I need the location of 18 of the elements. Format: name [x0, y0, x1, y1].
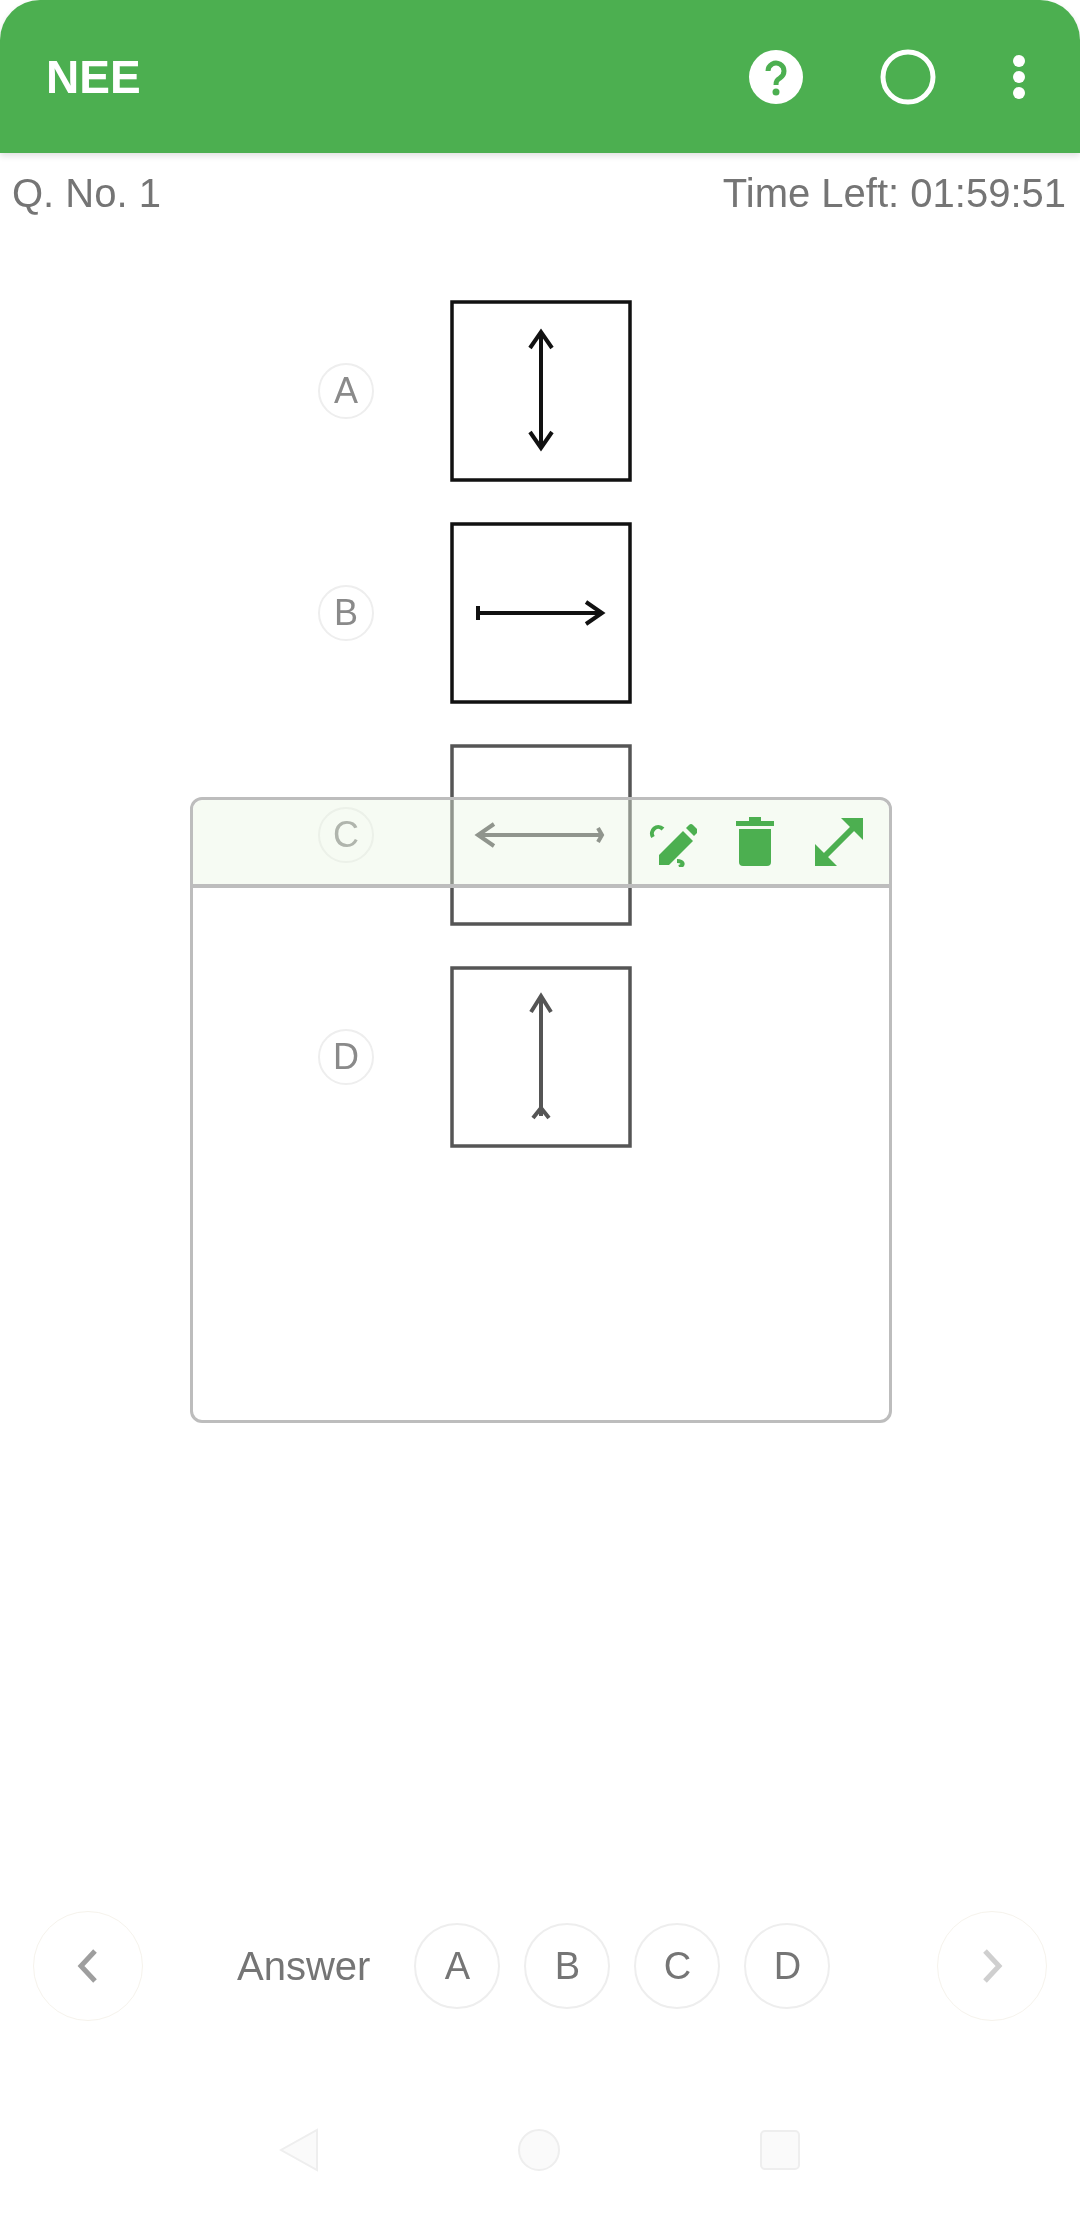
expand-icon[interactable] — [813, 816, 865, 868]
chevron-right-icon — [981, 1948, 1003, 1984]
answer-choice[interactable]: B — [524, 1923, 611, 2009]
chevron-left-icon — [77, 1948, 99, 1984]
answer-choice[interactable]: C — [634, 1923, 721, 2009]
question-number: Q. No. 1 — [12, 171, 161, 216]
circle-icon[interactable] — [880, 48, 936, 105]
answer-choice[interactable]: A — [414, 1923, 501, 2009]
time-left: Time Left: 01:59:51 — [722, 171, 1066, 216]
trash-icon[interactable] — [735, 817, 775, 867]
more-icon[interactable] — [1012, 53, 1026, 100]
option-label[interactable]: A — [318, 363, 374, 419]
option-label[interactable]: B — [318, 585, 374, 641]
answer-label: Answer — [237, 1943, 371, 1989]
app-title: NEE — [46, 49, 142, 104]
option-label[interactable]: D — [318, 1029, 374, 1085]
answer-choice[interactable]: D — [744, 1923, 831, 2009]
help-icon[interactable] — [748, 48, 804, 105]
